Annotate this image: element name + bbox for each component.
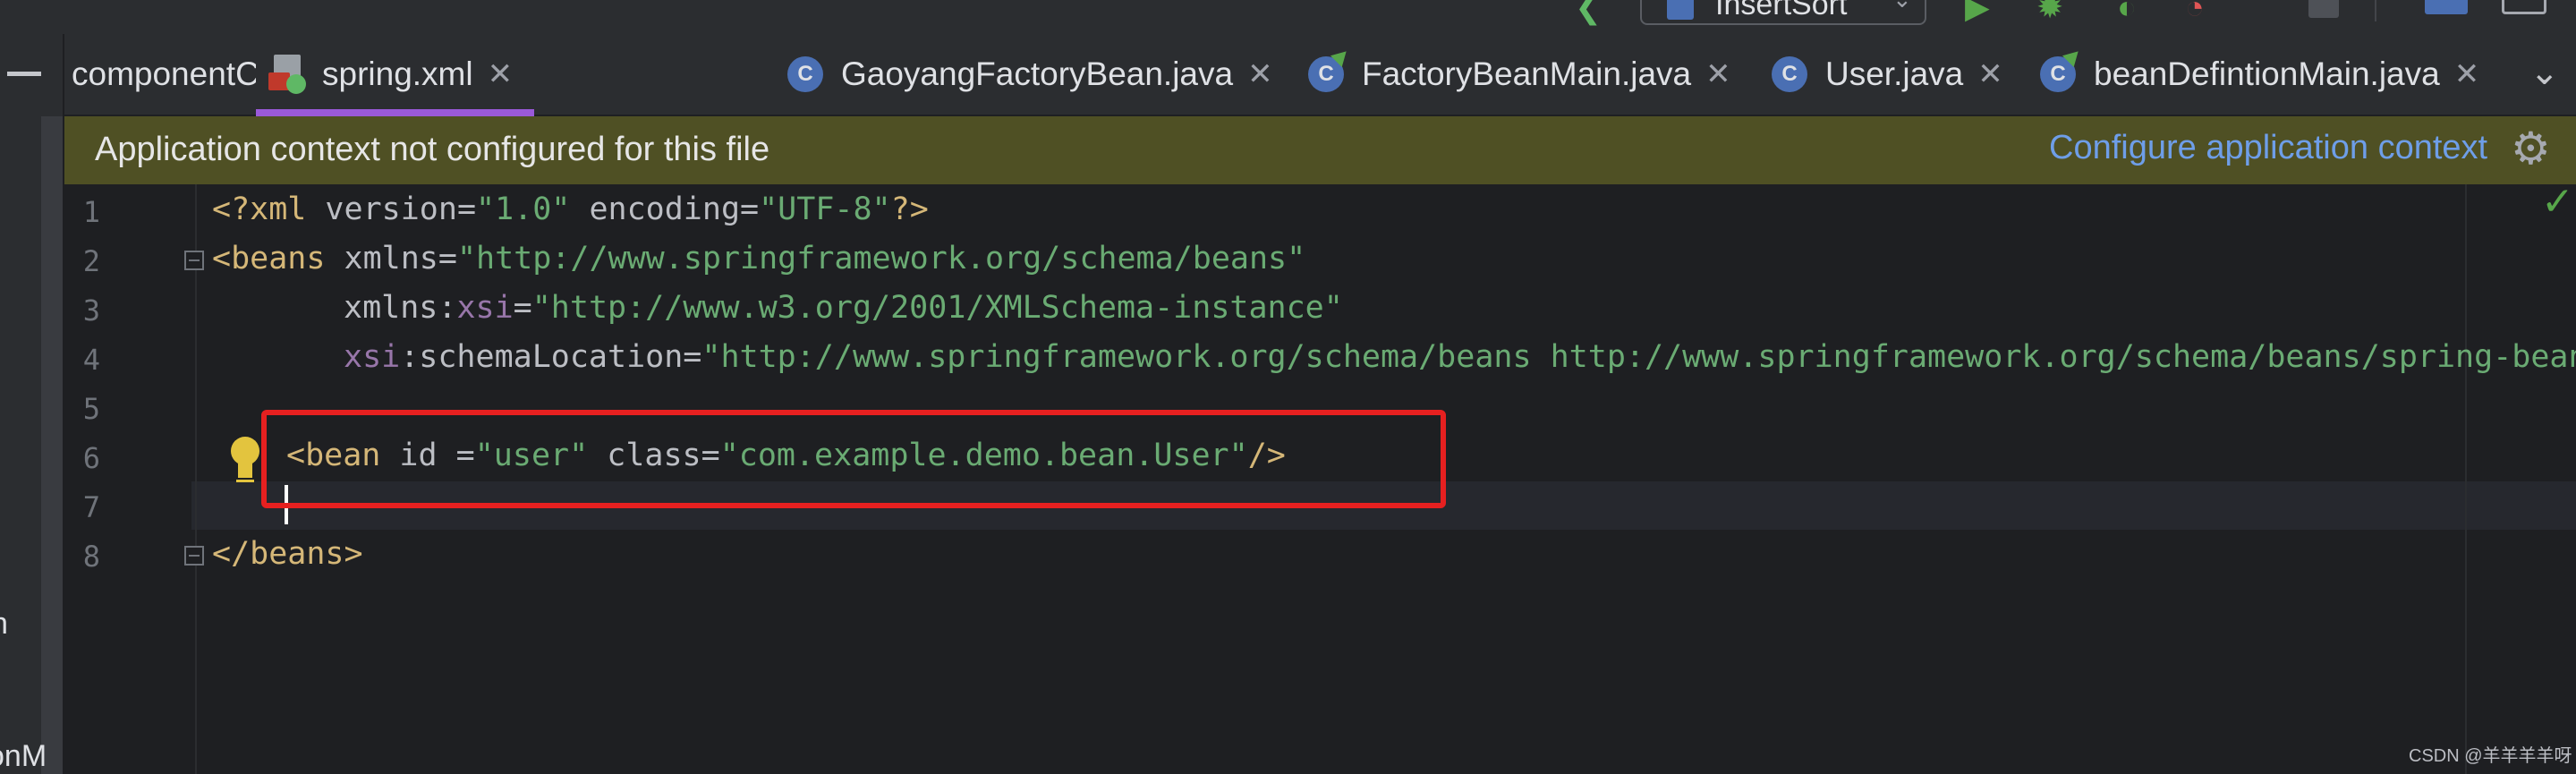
line-number-gutter: 1 2 3 4 5 6 7 8 <box>64 184 191 774</box>
right-margin-guide <box>2465 184 2467 774</box>
close-icon[interactable]: ✕ <box>1247 56 1273 92</box>
line-number: 8 <box>82 540 100 574</box>
close-icon[interactable]: ✕ <box>1705 56 1731 92</box>
tab-label: GaoyangFactoryBean.java <box>841 55 1234 92</box>
application-config-icon <box>1667 0 1694 20</box>
tab-label: User.java <box>1825 55 1964 92</box>
line-number: 7 <box>82 490 100 524</box>
chevron-down-icon: ⌄ <box>1892 0 1912 13</box>
main-toolbar: ❮ InsertSort ⌄ ▶ ✹ ◐ ◔ <box>0 0 2576 34</box>
editor-tab-bar: componentConfig.java ✕ spring.xml ✕ C Ga… <box>64 34 2576 116</box>
code-line-1: <?xml version="1.0" encoding="UTF-8"?> <box>212 191 929 227</box>
java-class-icon: C <box>1772 56 1807 92</box>
chevron-down-icon[interactable]: ⌄ <box>2529 52 2560 93</box>
project-tool-window: n onM <box>0 34 64 774</box>
code-line-3: xmlns:xsi="http://www.w3.org/2001/XMLSch… <box>344 290 1343 326</box>
fold-guide <box>195 184 197 774</box>
fold-toggle-icon[interactable] <box>184 251 204 270</box>
back-arrow-icon[interactable]: ❮ <box>1575 0 1602 23</box>
checkmark-icon: ✓ <box>2541 184 2574 224</box>
panel-splitter[interactable] <box>41 116 63 774</box>
java-class-icon: C <box>787 56 823 92</box>
tab-gaoyangfactorybean[interactable]: C GaoyangFactoryBean.java ✕ <box>787 34 1273 115</box>
line-number: 6 <box>82 441 100 475</box>
tab-factorybeanmain[interactable]: C FactoryBeanMain.java ✕ <box>1308 34 1731 115</box>
tab-label: spring.xml <box>322 55 473 92</box>
toolbar-divider <box>2375 0 2376 21</box>
run-configuration-selector[interactable]: InsertSort ⌄ <box>1640 0 1926 25</box>
tab-spring-xml[interactable]: spring.xml ✕ <box>256 34 535 116</box>
project-tree-text: onM <box>0 739 47 773</box>
annotation-highlight-box <box>261 410 1446 508</box>
configure-context-link[interactable]: Configure application context <box>2049 129 2487 167</box>
run-icon[interactable]: ▶ <box>1965 0 1990 23</box>
tab-label: beanDefintionMain.java <box>2094 55 2440 92</box>
run-configuration-label: InsertSort <box>1715 0 1848 21</box>
java-runnable-class-icon: C <box>1308 45 1353 92</box>
code-line-2: <beans xmlns="http://www.springframework… <box>212 241 1306 276</box>
run-with-coverage-icon[interactable]: ◐ <box>2117 0 2137 23</box>
watermark: CSDN @羊羊羊羊呀 <box>2409 746 2572 766</box>
line-number: 3 <box>82 293 100 327</box>
line-number: 1 <box>82 195 100 229</box>
lightbulb-intention-icon[interactable] <box>229 437 261 483</box>
profile-icon[interactable]: ◔ <box>2185 0 2205 23</box>
close-icon[interactable]: ✕ <box>2454 56 2480 92</box>
code-line-4: xsi:schemaLocation="http://www.springfra… <box>344 339 2576 375</box>
tab-label: FactoryBeanMain.java <box>1362 55 1692 92</box>
line-number: 5 <box>82 392 100 426</box>
spring-xml-file-icon <box>268 55 306 94</box>
java-runnable-class-icon: C <box>2040 45 2085 92</box>
tab-user[interactable]: C User.java ✕ <box>1772 34 2003 115</box>
tab-beandefintionmain[interactable]: C beanDefintionMain.java ✕ <box>2040 34 2479 115</box>
fold-toggle-icon[interactable] <box>184 546 204 566</box>
code-editor[interactable]: 1 2 3 4 5 6 7 8 <?xml version="1.0" enco… <box>64 184 2576 774</box>
close-icon[interactable]: ✕ <box>488 56 514 92</box>
notification-banner: Application context not configured for t… <box>64 116 2576 184</box>
close-icon[interactable]: ✕ <box>1977 56 2003 92</box>
stop-icon[interactable] <box>2308 0 2339 18</box>
layout-icon[interactable] <box>2425 0 2468 14</box>
line-number: 2 <box>82 244 100 278</box>
gear-icon[interactable]: ⚙ <box>2511 123 2551 174</box>
project-tree-text: n <box>0 607 8 642</box>
minimize-icon[interactable] <box>7 72 41 76</box>
terminal-icon[interactable] <box>2502 0 2546 14</box>
line-number: 4 <box>82 343 100 377</box>
debug-icon[interactable]: ✹ <box>2036 0 2063 23</box>
code-line-8: </beans> <box>212 536 363 572</box>
banner-message: Application context not configured for t… <box>95 131 770 168</box>
